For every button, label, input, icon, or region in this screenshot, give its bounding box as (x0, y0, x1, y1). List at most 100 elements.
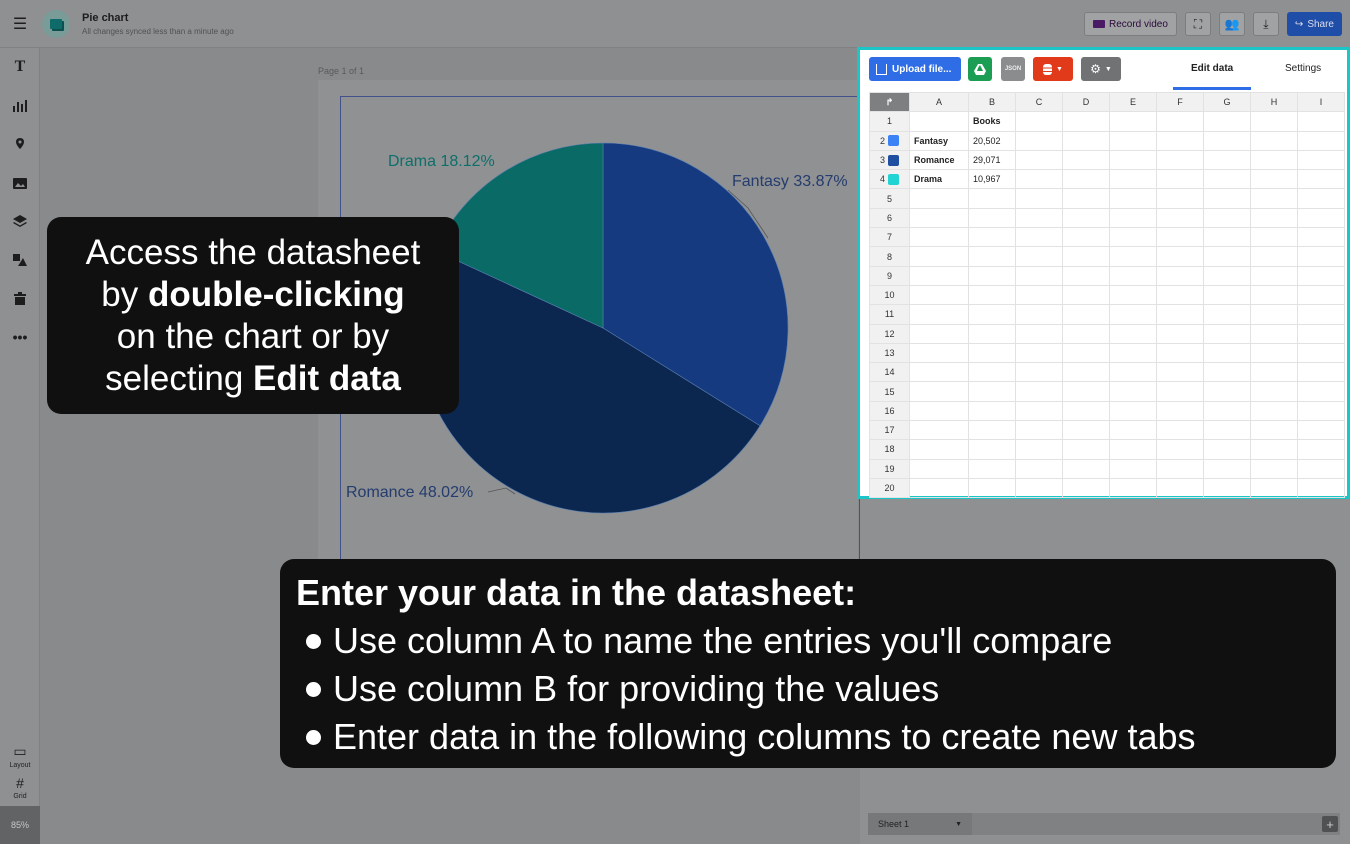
cell[interactable] (1109, 342, 1157, 364)
row-header[interactable]: 9 (869, 265, 910, 286)
cell[interactable] (1015, 400, 1063, 422)
cell[interactable] (909, 400, 969, 422)
cell[interactable] (1203, 284, 1251, 306)
cell-value[interactable]: 20,502 (968, 130, 1016, 151)
cell[interactable] (1062, 284, 1110, 306)
cell[interactable] (1015, 111, 1063, 132)
cell[interactable] (1062, 188, 1110, 209)
cell[interactable] (1156, 458, 1204, 479)
cell[interactable] (1062, 265, 1110, 286)
column-header[interactable]: E (1109, 91, 1157, 113)
cell[interactable] (1250, 207, 1298, 229)
cell[interactable] (1062, 149, 1110, 171)
cell[interactable] (1109, 111, 1157, 132)
cell[interactable] (1109, 381, 1157, 402)
cell[interactable] (1250, 362, 1298, 383)
cell[interactable] (1297, 381, 1345, 402)
cell[interactable] (1297, 284, 1345, 306)
cell[interactable] (1109, 265, 1157, 286)
cell[interactable] (1109, 284, 1157, 306)
cell[interactable] (909, 246, 969, 267)
json-button[interactable]: JSON (1001, 57, 1025, 81)
cell[interactable] (1156, 246, 1204, 267)
google-drive-button[interactable] (968, 57, 992, 81)
cell[interactable] (968, 400, 1016, 422)
cell[interactable] (1203, 420, 1251, 441)
cell[interactable] (1015, 284, 1063, 306)
cell[interactable] (968, 439, 1016, 460)
cell[interactable] (1203, 130, 1251, 151)
cell[interactable] (1250, 265, 1298, 286)
cell[interactable] (1203, 304, 1251, 325)
row-header[interactable]: 16 (869, 400, 910, 422)
transpose-button[interactable]: ↱ (869, 91, 910, 113)
cell[interactable] (1203, 400, 1251, 422)
column-header[interactable]: H (1250, 91, 1298, 113)
cell[interactable] (1250, 111, 1298, 132)
cell[interactable] (1297, 342, 1345, 364)
cell[interactable] (1250, 284, 1298, 306)
color-swatch[interactable] (888, 135, 899, 147)
cell-value[interactable]: 10,967 (968, 169, 1016, 190)
cell[interactable] (1203, 439, 1251, 460)
cell[interactable] (1109, 169, 1157, 190)
cell[interactable] (1109, 188, 1157, 209)
database-button[interactable]: ▼ (1033, 57, 1073, 81)
cell[interactable] (968, 188, 1016, 209)
cell[interactable] (1203, 227, 1251, 248)
cell[interactable] (1156, 439, 1204, 460)
cell[interactable] (1109, 323, 1157, 344)
zoom-level[interactable]: 85% (0, 806, 40, 844)
grid-button[interactable]: # Grid (0, 775, 40, 800)
row-header[interactable]: 4 (869, 169, 910, 190)
cell[interactable] (1250, 323, 1298, 344)
text-icon[interactable]: T (0, 48, 40, 87)
cell[interactable] (1203, 381, 1251, 402)
cell[interactable] (1250, 149, 1298, 171)
column-header[interactable]: D (1062, 91, 1110, 113)
row-header[interactable]: 1 (869, 111, 910, 132)
cell[interactable] (1062, 304, 1110, 325)
column-header[interactable]: G (1203, 91, 1251, 113)
column-header[interactable]: F (1156, 91, 1204, 113)
cell[interactable] (1297, 188, 1345, 209)
cell[interactable] (968, 304, 1016, 325)
cell-name[interactable]: Drama (909, 169, 969, 190)
row-header[interactable]: 14 (869, 362, 910, 383)
cell[interactable] (1203, 458, 1251, 479)
cell[interactable] (968, 227, 1016, 248)
cell[interactable] (1250, 477, 1298, 499)
cell[interactable] (1062, 130, 1110, 151)
cell[interactable] (1156, 265, 1204, 286)
cell[interactable] (1156, 284, 1204, 306)
cell[interactable] (1062, 323, 1110, 344)
menu-icon[interactable]: ☰ (0, 0, 40, 48)
cell[interactable] (1062, 207, 1110, 229)
layout-button[interactable]: ▭ Layout (0, 743, 40, 769)
row-header[interactable]: 11 (869, 304, 910, 325)
row-header[interactable]: 19 (869, 458, 910, 479)
cell[interactable] (1297, 227, 1345, 248)
row-header[interactable]: 5 (869, 188, 910, 209)
cell[interactable] (1156, 323, 1204, 344)
cell[interactable] (1297, 458, 1345, 479)
add-sheet-button[interactable]: + (1322, 816, 1338, 832)
column-header[interactable]: A (909, 91, 969, 113)
cell[interactable] (1297, 246, 1345, 267)
cell[interactable] (1203, 246, 1251, 267)
cell[interactable] (1297, 111, 1345, 132)
cell[interactable] (1156, 227, 1204, 248)
cell[interactable] (1015, 458, 1063, 479)
row-header[interactable]: 12 (869, 323, 910, 344)
cell[interactable] (1015, 362, 1063, 383)
cell[interactable] (1015, 477, 1063, 499)
image-icon[interactable] (0, 164, 40, 203)
download-button[interactable]: ⤓ (1252, 12, 1279, 36)
cell[interactable] (1250, 381, 1298, 402)
cell-name[interactable]: Romance (909, 149, 969, 171)
cell-value[interactable]: 29,071 (968, 149, 1016, 171)
collaborators-button[interactable]: 👥 (1218, 12, 1245, 36)
cell[interactable] (1297, 265, 1345, 286)
document-title[interactable]: Pie chart (82, 12, 234, 24)
cell[interactable] (1203, 323, 1251, 344)
